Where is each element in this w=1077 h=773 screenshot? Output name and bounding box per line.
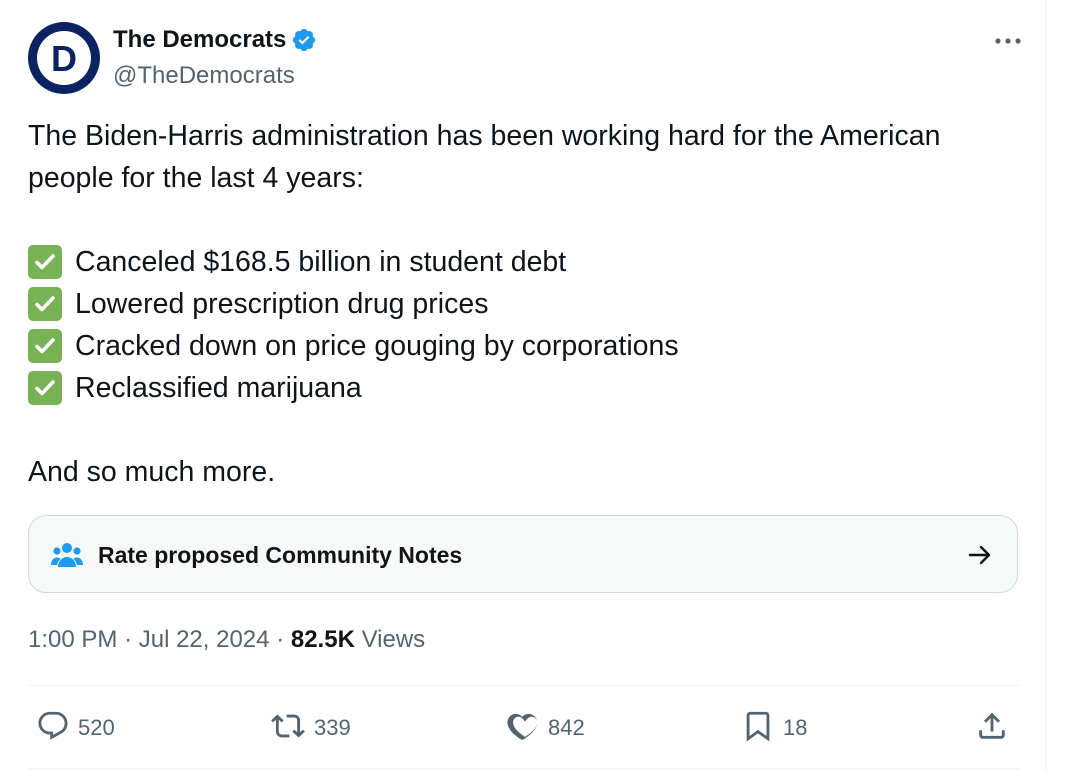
avatar[interactable]: D: [28, 22, 100, 94]
tweet-meta: 1:00 PM · Jul 22, 2024 · 82.5K Views: [28, 624, 425, 656]
like-button[interactable]: 842: [506, 705, 585, 751]
list-item-text: Lowered prescription drug prices: [75, 288, 489, 320]
list-item-text: Reclassified marijuana: [75, 372, 362, 404]
timeline-border: [1046, 0, 1047, 773]
avatar-letter: D: [51, 38, 77, 79]
share-icon: [975, 709, 1009, 748]
share-button[interactable]: [975, 705, 1009, 751]
bookmark-button[interactable]: 18: [741, 705, 807, 751]
tweet-date[interactable]: Jul 22, 2024: [139, 626, 270, 653]
meta-separator: ·: [276, 626, 285, 653]
community-notes-label: Rate proposed Community Notes: [98, 542, 463, 568]
repost-count: 339: [314, 715, 351, 740]
check-mark-icon: [28, 287, 62, 321]
more-dots-icon: [994, 32, 1022, 50]
tweet-time[interactable]: 1:00 PM: [28, 626, 117, 653]
list-item: Canceled $168.5 billion in student debt: [28, 241, 1028, 283]
reply-icon: [36, 709, 70, 748]
community-notes-people-icon: [51, 540, 83, 570]
divider: [28, 768, 1020, 769]
author-handle[interactable]: @TheDemocrats: [113, 62, 295, 90]
tweet-intro: The Biden-Harris administration has been…: [28, 120, 941, 194]
tweet-header: D The Democrats @TheDemocrats: [28, 22, 1028, 94]
repost-icon: [270, 709, 306, 748]
more-options-button[interactable]: [988, 26, 1028, 56]
community-notes-button[interactable]: Rate proposed Community Notes: [28, 515, 1018, 593]
check-mark-icon: [28, 371, 62, 405]
bookmark-icon: [741, 709, 775, 748]
list-item: Cracked down on price gouging by corpora…: [28, 325, 1028, 367]
check-mark-icon: [28, 329, 62, 363]
list-item: Lowered prescription drug prices: [28, 283, 1028, 325]
reply-button[interactable]: 520: [36, 705, 115, 751]
views-label: Views: [361, 626, 426, 653]
author-name-row: The Democrats: [113, 26, 317, 54]
tweet-text: The Biden-Harris administration has been…: [28, 115, 1028, 493]
heart-icon: [506, 709, 540, 748]
like-count: 842: [548, 715, 585, 740]
author-display-name[interactable]: The Democrats: [113, 26, 286, 54]
tweet-closing: And so much more.: [28, 456, 276, 488]
divider: [28, 685, 1020, 686]
bookmark-count: 18: [783, 715, 808, 740]
list-item-text: Canceled $168.5 billion in student debt: [75, 246, 567, 278]
arrow-right-icon: [965, 540, 995, 570]
views-count: 82.5K: [290, 626, 355, 653]
list-item: Reclassified marijuana: [28, 367, 1028, 409]
list-item-text: Cracked down on price gouging by corpora…: [75, 330, 679, 362]
tweet-actions: 520 339 842 18: [28, 705, 1020, 755]
meta-separator: ·: [124, 626, 133, 653]
verified-badge-icon[interactable]: [291, 27, 317, 53]
repost-button[interactable]: 339: [270, 705, 351, 751]
check-mark-icon: [28, 245, 62, 279]
reply-count: 520: [78, 715, 115, 740]
